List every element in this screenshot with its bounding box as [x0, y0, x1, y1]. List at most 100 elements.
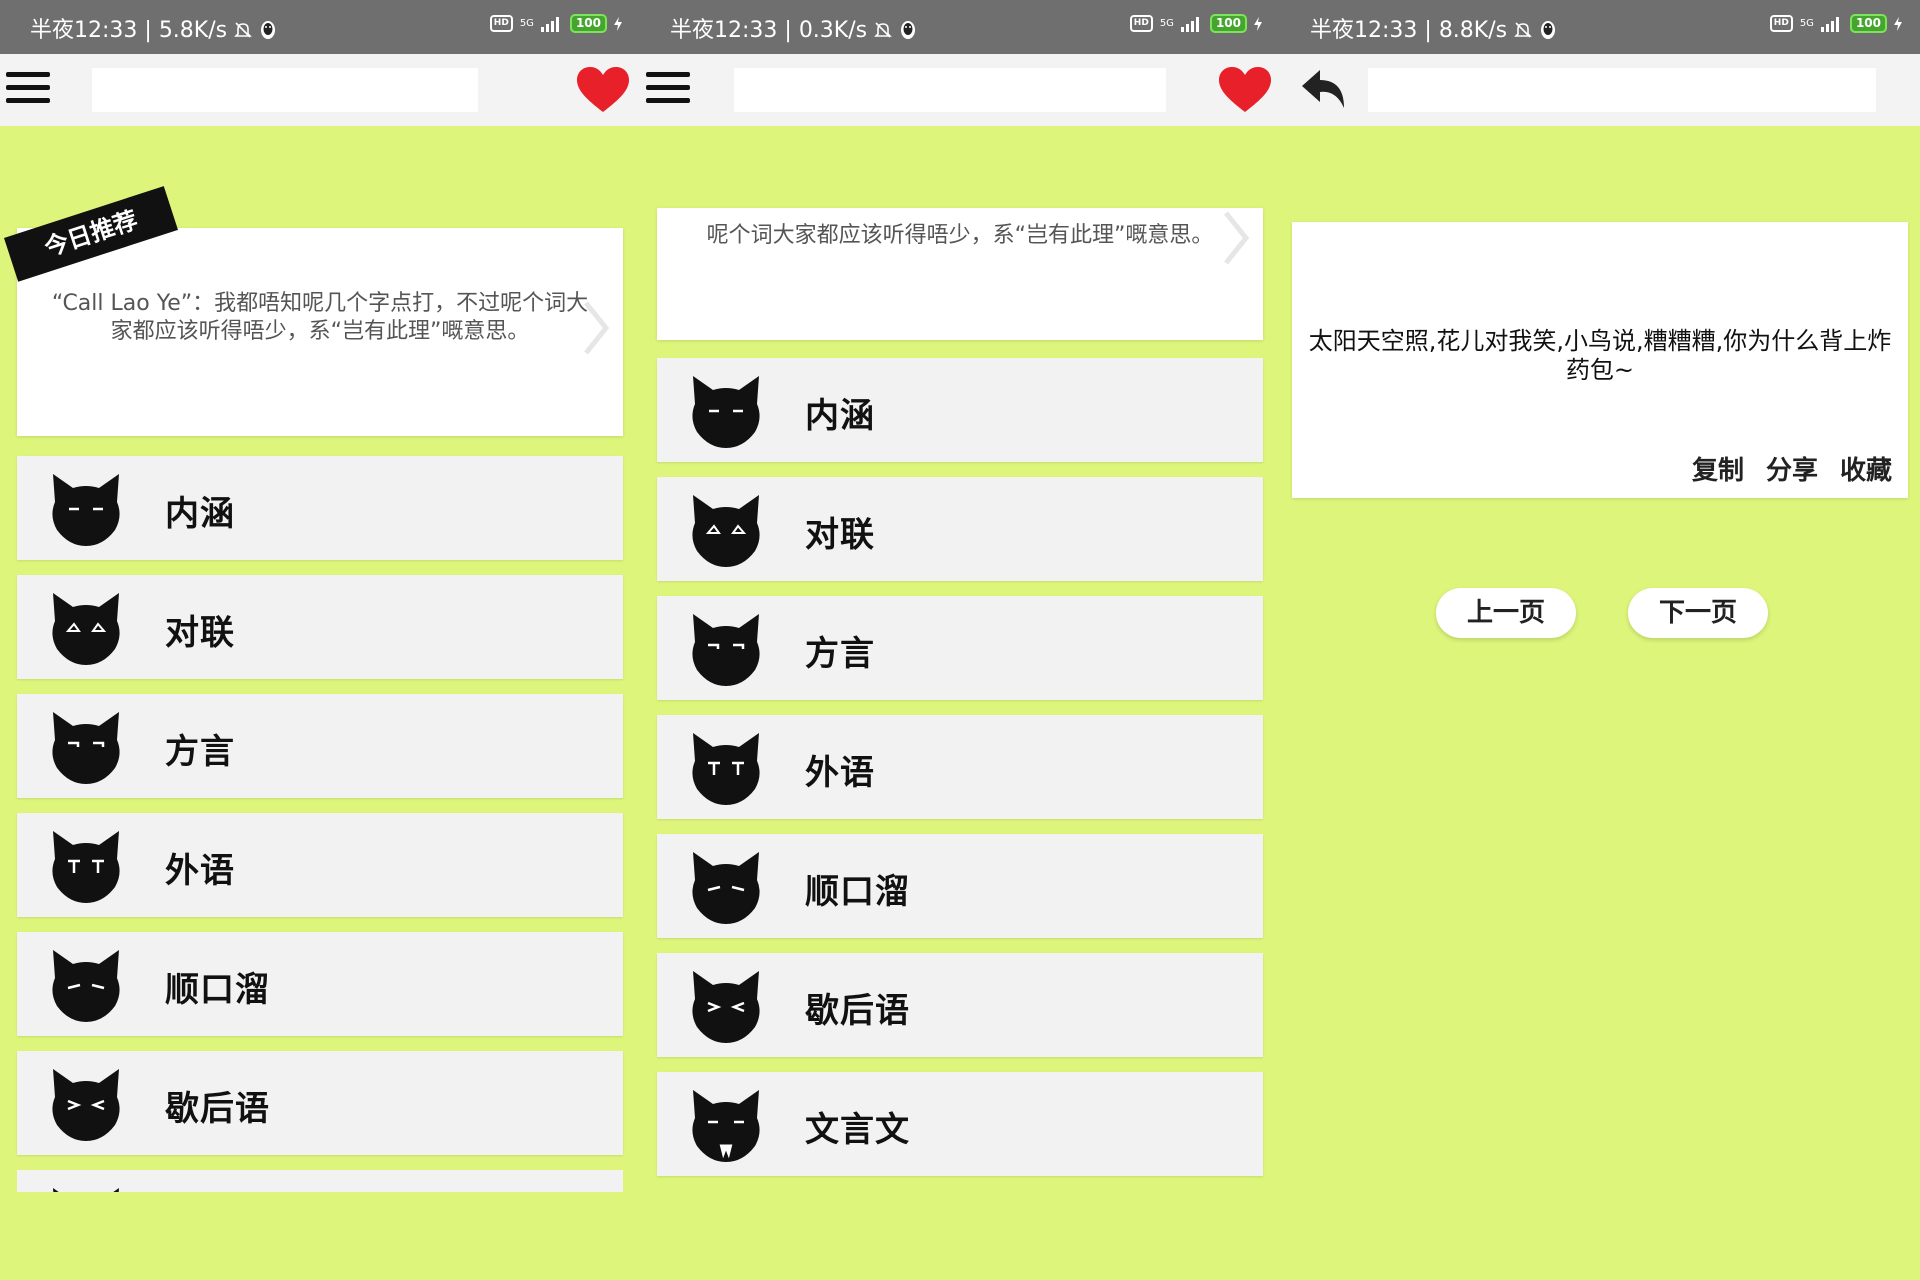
status-text: 半夜12:33 | 0.3K/s [670, 12, 917, 44]
top-toolbar [640, 54, 1280, 126]
network-type: 5G [1799, 17, 1814, 29]
joke-card: 太阳天空照,花儿对我笑,小鸟说,糟糟糟,你为什么背上炸药包~ 复制 分享 收藏 [1292, 222, 1908, 498]
status-text: 半夜12:33 | 8.8K/s [1310, 12, 1557, 44]
list-item-xiehouyu[interactable]: 歇后语 [17, 1051, 623, 1155]
list-item-fangyan[interactable]: 方言 [657, 596, 1263, 700]
cat-face-icon [692, 495, 760, 567]
cat-face-icon [692, 733, 760, 805]
cat-face-icon [692, 852, 760, 924]
chevron-right-icon[interactable] [581, 298, 611, 358]
share-button[interactable]: 分享 [1766, 450, 1818, 487]
hd-badge: HD [1129, 15, 1153, 32]
hd-badge: HD [489, 15, 513, 32]
cat-face-icon [692, 614, 760, 686]
favorite-button[interactable]: 收藏 [1840, 450, 1892, 487]
status-bar: 半夜12:33 | 5.8K/s HD 5G 100 [0, 0, 640, 54]
status-time: 半夜12:33 [1310, 18, 1418, 43]
menu-icon[interactable] [6, 72, 50, 108]
battery-indicator: 100 [1849, 14, 1887, 33]
mute-icon [1514, 22, 1533, 38]
status-indicators: HD 5G 100 [489, 14, 622, 33]
list-item-label: 方言 [165, 732, 235, 772]
list-item-label: 内涵 [165, 494, 235, 534]
home-screen-panel: 半夜12:33 | 5.8K/s HD 5G 100 “Call Lao Ye”… [0, 0, 640, 1280]
cat-face-icon [53, 1188, 119, 1192]
list-item-neihan[interactable]: 内涵 [17, 456, 623, 560]
list-item-label: 文言文 [805, 1110, 910, 1150]
heart-icon[interactable] [576, 66, 630, 114]
joke-actions: 复制 分享 收藏 [1692, 450, 1892, 487]
cat-face-icon [52, 950, 120, 1022]
search-input[interactable] [734, 68, 1166, 112]
list-item-label: 顺口溜 [165, 970, 270, 1010]
cat-face-icon [52, 474, 120, 546]
cat-face-icon [52, 712, 120, 784]
list-item-duilian[interactable]: 对联 [17, 575, 623, 679]
list-item-label: 歇后语 [165, 1089, 270, 1129]
list-item-wenyanwen-partial[interactable] [17, 1170, 623, 1192]
search-input[interactable] [92, 68, 478, 112]
recommend-text: “Call Lao Ye”：我都唔知呢几个字点打，不过呢个词大家都应该听得唔少，… [51, 291, 589, 344]
cat-face-icon [52, 1069, 120, 1141]
joke-detail-panel: 半夜12:33 | 8.8K/s HD 5G 100 太阳天空照,花儿对我笑,小… [1280, 0, 1920, 1280]
status-speed: 8.8K/s [1438, 18, 1508, 43]
list-item-shunkouliu[interactable]: 顺口溜 [17, 932, 623, 1036]
status-text: 半夜12:33 | 5.8K/s [30, 12, 277, 44]
list-item-wenyanwen[interactable]: 文言文 [657, 1072, 1263, 1176]
mute-icon [234, 22, 253, 38]
copy-button[interactable]: 复制 [1692, 450, 1744, 487]
home-screen-scrolled-panel: 半夜12:33 | 0.3K/s HD 5G 100 呢个词大家都应该听得唔少，… [640, 0, 1280, 1280]
signal-icon [1820, 16, 1839, 32]
network-type: 5G [519, 17, 534, 29]
cat-face-icon [52, 831, 120, 903]
heart-icon[interactable] [1218, 66, 1272, 114]
status-indicators: HD 5G 100 [1129, 14, 1262, 33]
list-item-label: 方言 [805, 634, 875, 674]
list-item-fangyan[interactable]: 方言 [17, 694, 623, 798]
status-bar: 半夜12:33 | 0.3K/s HD 5G 100 [640, 0, 1280, 54]
back-arrow-icon[interactable] [1298, 64, 1350, 116]
status-speed: 0.3K/s [798, 18, 868, 43]
qq-icon [1541, 21, 1556, 39]
battery-indicator: 100 [1209, 14, 1247, 33]
hd-badge: HD [1769, 15, 1793, 32]
top-toolbar [1280, 54, 1920, 126]
list-item-label: 外语 [805, 753, 875, 793]
recommend-text-partial: 呢个词大家都应该听得唔少，系“岂有此理”嘅意思。 [706, 223, 1214, 248]
list-item-label: 内涵 [805, 396, 875, 436]
menu-icon[interactable] [646, 72, 690, 108]
charging-icon [614, 16, 622, 31]
signal-icon [1180, 16, 1199, 32]
search-input[interactable] [1368, 68, 1876, 112]
prev-page-button[interactable]: 上一页 [1436, 588, 1576, 638]
battery-indicator: 100 [569, 14, 607, 33]
next-page-button[interactable]: 下一页 [1628, 588, 1768, 638]
list-item-duilian[interactable]: 对联 [657, 477, 1263, 581]
qq-icon [901, 21, 916, 39]
chevron-right-icon[interactable] [1221, 208, 1251, 268]
charging-icon [1894, 16, 1902, 31]
status-time: 半夜12:33 [30, 18, 138, 43]
list-item-label: 对联 [165, 613, 235, 653]
charging-icon [1254, 16, 1262, 31]
cat-face-icon [692, 1090, 760, 1162]
signal-icon [540, 16, 559, 32]
list-item-label: 对联 [805, 515, 875, 555]
status-bar: 半夜12:33 | 8.8K/s HD 5G 100 [1280, 0, 1920, 54]
mute-icon [874, 22, 893, 38]
list-item-partial [17, 1170, 623, 1192]
recommend-banner[interactable]: “Call Lao Ye”：我都唔知呢几个字点打，不过呢个词大家都应该听得唔少，… [17, 228, 623, 436]
list-item-waiyu[interactable]: 外语 [17, 813, 623, 917]
list-item-neihan[interactable]: 内涵 [657, 358, 1263, 462]
list-item-xiehouyu[interactable]: 歇后语 [657, 953, 1263, 1057]
top-toolbar [0, 54, 640, 126]
list-item-label: 外语 [165, 851, 235, 891]
qq-icon [261, 21, 276, 39]
cat-face-icon [692, 376, 760, 448]
cat-face-icon [52, 593, 120, 665]
list-item-label: 顺口溜 [805, 872, 910, 912]
joke-text: 太阳天空照,花儿对我笑,小鸟说,糟糟糟,你为什么背上炸药包~ [1308, 327, 1892, 384]
list-item-waiyu[interactable]: 外语 [657, 715, 1263, 819]
recommend-banner[interactable]: 呢个词大家都应该听得唔少，系“岂有此理”嘅意思。 [657, 208, 1263, 340]
list-item-shunkouliu[interactable]: 顺口溜 [657, 834, 1263, 938]
